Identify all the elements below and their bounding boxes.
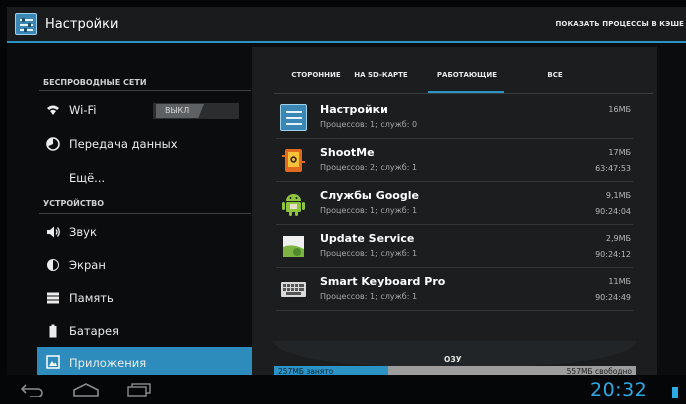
sidebar-item-data-usage[interactable]: Передача данных <box>39 128 253 160</box>
tab-all[interactable]: ВСЕ <box>540 71 570 79</box>
android-icon <box>282 194 305 216</box>
show-cached-processes-button[interactable]: ПОКАЗАТЬ ПРОЦЕССЫ В КЭШЕ <box>555 20 684 28</box>
tab-downloaded[interactable]: СТОРОННИЕ <box>290 71 342 79</box>
process-row-update-service[interactable]: Update Service Процессов: 1; служб: 1 2,… <box>276 225 633 268</box>
toggle-state: ВЫКЛ <box>165 106 190 115</box>
sidebar-item-display[interactable]: Экран <box>39 249 253 281</box>
sidebar-item-label: Wi-Fi <box>69 103 97 117</box>
process-size: 2,9МБ <box>605 234 631 243</box>
shootme-app-icon <box>282 149 305 172</box>
process-row-google-services[interactable]: Службы Google Процессов: 1; служб: 1 9,1… <box>276 182 633 225</box>
sidebar-item-label: Звук <box>69 225 97 239</box>
process-row-shootme[interactable]: ShootMe Процессов: 2; служб: 1 17МБ 63:4… <box>276 139 633 182</box>
divider <box>274 93 653 94</box>
wifi-icon <box>47 105 59 115</box>
keyboard-icon <box>281 282 306 297</box>
divider <box>39 90 251 91</box>
category-wireless: БЕСПРОВОДНЫЕ СЕТИ <box>43 78 147 87</box>
process-time: 90:24:12 <box>595 250 631 259</box>
storage-icon <box>47 292 59 304</box>
display-icon <box>47 259 59 271</box>
process-detail: Процессов: 1; служб: 1 <box>320 249 418 258</box>
settings-app-icon <box>280 104 307 131</box>
home-icon[interactable] <box>72 383 100 397</box>
back-icon[interactable] <box>20 383 46 397</box>
process-row-smart-keyboard[interactable]: Smart Keyboard Pro Процессов: 1; служб: … <box>276 268 633 311</box>
process-time: 90:24:04 <box>595 207 631 216</box>
sidebar-item-label: Приложения <box>69 356 147 370</box>
tab-running[interactable]: РАБОТАЮЩИЕ <box>434 71 500 79</box>
sidebar-item-label: Экран <box>69 258 106 272</box>
navigation-bar: 20:32 <box>0 375 686 404</box>
process-size: 11МБ <box>608 277 631 286</box>
page-title[interactable]: Настройки <box>45 17 118 32</box>
process-name: Update Service <box>320 232 415 245</box>
volume-icon <box>47 226 60 238</box>
settings-sidebar: БЕСПРОВОДНЫЕ СЕТИ Wi-Fi ВЫКЛ Передача да… <box>37 47 253 377</box>
action-bar: Настройки ПОКАЗАТЬ ПРОЦЕССЫ В КЭШЕ <box>7 7 686 43</box>
process-detail: Процессов: 1; служб: 0 <box>320 120 418 129</box>
process-detail: Процессов: 1; служб: 1 <box>320 292 418 301</box>
divider <box>39 213 251 214</box>
running-apps-panel: СТОРОННИЕ НА SD-КАРТЕ РАБОТАЮЩИЕ ВСЕ Нас… <box>252 47 657 377</box>
process-time: 90:24:49 <box>595 293 631 302</box>
sidebar-item-battery[interactable]: Батарея <box>39 315 253 347</box>
process-size: 17МБ <box>608 148 631 157</box>
process-name: Настройки <box>320 103 388 116</box>
process-name: Службы Google <box>320 189 419 202</box>
process-name: Smart Keyboard Pro <box>320 275 446 288</box>
recent-apps-icon[interactable] <box>126 383 152 397</box>
process-name: ShootMe <box>320 146 375 159</box>
sidebar-item-label: Батарея <box>69 324 119 338</box>
sidebar-item-sound[interactable]: Звук <box>39 216 253 248</box>
ram-label: ОЗУ <box>444 355 462 364</box>
process-size: 9,1МБ <box>605 191 631 200</box>
process-detail: Процессов: 1; служб: 1 <box>320 206 418 215</box>
sidebar-item-more[interactable]: Ещё... <box>39 162 253 194</box>
wifi-toggle[interactable]: ВЫКЛ <box>153 103 239 119</box>
process-size: 16МБ <box>608 105 631 114</box>
apps-icon <box>46 355 60 369</box>
sidebar-item-apps[interactable]: Приложения <box>37 347 253 377</box>
battery-icon <box>49 324 57 338</box>
battery-status-icon[interactable] <box>672 385 678 398</box>
settings-app-icon[interactable] <box>15 13 37 35</box>
process-time: 63:47:53 <box>595 164 631 173</box>
tab-sd-card[interactable]: НА SD-КАРТЕ <box>352 71 410 79</box>
sidebar-item-label: Передача данных <box>69 137 178 151</box>
tab-bar: СТОРОННИЕ НА SD-КАРТЕ РАБОТАЮЩИЕ ВСЕ <box>252 47 657 95</box>
sidebar-item-storage[interactable]: Память <box>39 282 253 314</box>
sidebar-item-wifi[interactable]: Wi-Fi ВЫКЛ <box>39 94 253 126</box>
sidebar-item-label: Ещё... <box>69 171 106 185</box>
category-device: УСТРОЙСТВО <box>43 199 105 208</box>
status-clock[interactable]: 20:32 <box>590 379 647 401</box>
update-service-icon <box>283 236 304 257</box>
data-usage-icon <box>46 137 60 151</box>
process-detail: Процессов: 2; служб: 1 <box>320 163 418 172</box>
sidebar-item-label: Память <box>69 291 114 305</box>
screen: Настройки ПОКАЗАТЬ ПРОЦЕССЫ В КЭШЕ БЕСПР… <box>7 7 686 377</box>
process-row-settings[interactable]: Настройки Процессов: 1; служб: 0 16МБ <box>276 96 633 139</box>
